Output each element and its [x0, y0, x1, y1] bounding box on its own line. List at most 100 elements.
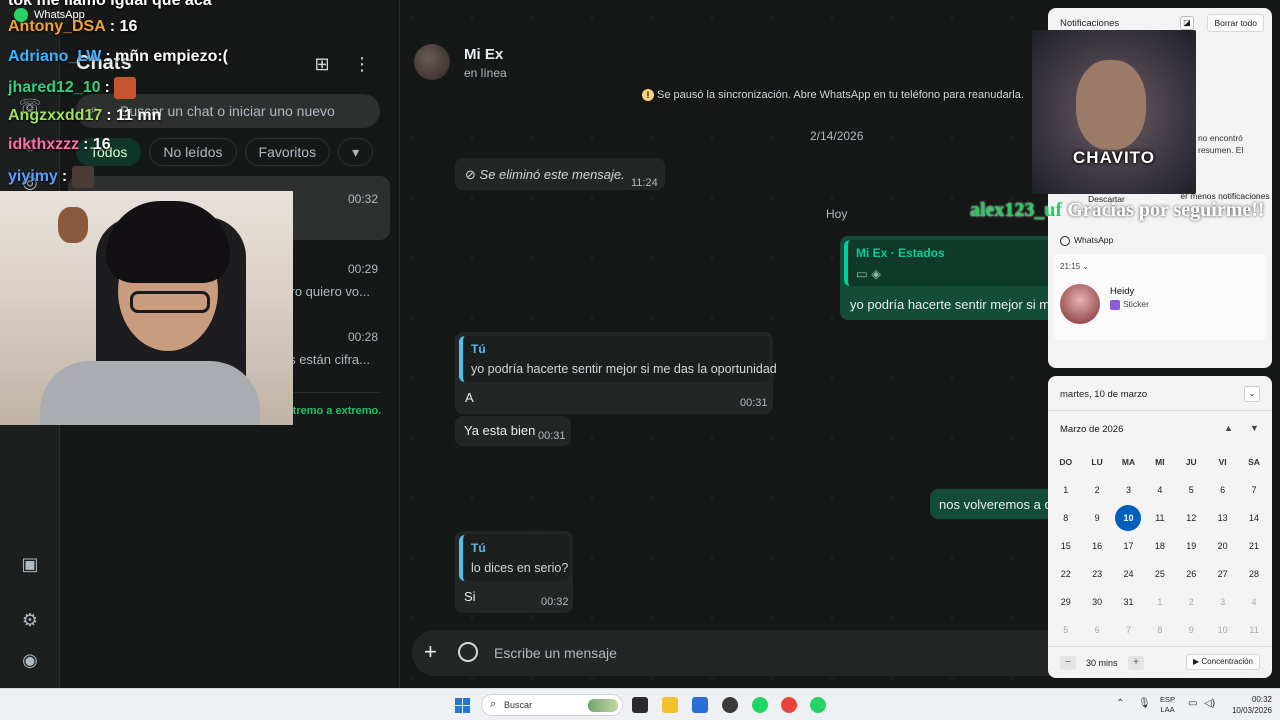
volume-icon[interactable]: ◁): [1204, 698, 1215, 709]
taskbar-search-input[interactable]: ⌕ Buscar: [481, 694, 623, 716]
filter-more-chevron-icon[interactable]: ▾: [338, 138, 374, 166]
calendar-day[interactable]: 4: [1238, 588, 1269, 616]
whatsapp-icon[interactable]: [810, 697, 826, 713]
filter-unread[interactable]: No leídos: [149, 138, 237, 166]
chat-message-text: tok me llamo igual que aca: [8, 0, 212, 9]
calendar-day[interactable]: 22: [1050, 560, 1081, 588]
calendar-day[interactable]: 21: [1238, 532, 1269, 560]
calendar-day[interactable]: 13: [1207, 504, 1238, 532]
microphone-icon[interactable]: 🎙: [1138, 698, 1151, 709]
calendar-day[interactable]: 9: [1081, 504, 1112, 532]
calendar-day[interactable]: 2: [1081, 476, 1112, 504]
filter-favorites[interactable]: Favoritos: [244, 138, 331, 166]
calendar-day[interactable]: 4: [1144, 476, 1175, 504]
calendar-day[interactable]: 1: [1050, 476, 1081, 504]
network-icon[interactable]: ▭: [1188, 698, 1197, 709]
calendar-day[interactable]: 17: [1113, 532, 1144, 560]
chevron-down-icon[interactable]: ⌄: [1082, 262, 1089, 271]
calendar-day[interactable]: 16: [1081, 532, 1112, 560]
streamer-shirt: [40, 361, 260, 425]
taskbar-clock[interactable]: 00:32 10/03/2026: [1222, 694, 1272, 716]
calendar-day[interactable]: 29: [1050, 588, 1081, 616]
message-bubble[interactable]: Tú lo dices en serio? Si 00:32: [455, 531, 573, 613]
calendar-day[interactable]: 9: [1176, 616, 1207, 644]
calendar-day[interactable]: 3: [1113, 476, 1144, 504]
calendar-day[interactable]: 31: [1113, 588, 1144, 616]
file-explorer-icon[interactable]: [662, 697, 678, 713]
spotify-icon[interactable]: [752, 697, 768, 713]
calendar-day[interactable]: 5: [1176, 476, 1207, 504]
notification-time: 21:15 ⌄: [1060, 262, 1089, 271]
start-windows-icon[interactable]: [455, 698, 470, 713]
tray-overflow-chevron-icon[interactable]: ⌃: [1116, 698, 1124, 709]
message-bubble[interactable]: Mi Ex · Estados ▭ ◈ yo podría hacerte se…: [840, 236, 1080, 320]
calendar-day[interactable]: 26: [1176, 560, 1207, 588]
reply-quote[interactable]: Tú lo dices en serio?: [459, 535, 569, 581]
focus-session-button[interactable]: ▶ Concentración: [1186, 654, 1260, 670]
calendar-day[interactable]: 14: [1238, 504, 1269, 532]
new-chat-icon[interactable]: ⊞: [310, 52, 334, 76]
calendar-day[interactable]: 7: [1238, 476, 1269, 504]
calendar-day[interactable]: 6: [1207, 476, 1238, 504]
notification-app-name: WhatsApp: [1074, 235, 1114, 245]
search-highlight-art: [588, 699, 618, 712]
calendar-day-today[interactable]: 10: [1113, 504, 1144, 532]
calendar-month[interactable]: Marzo de 2026: [1060, 424, 1123, 435]
weekday-header: SA: [1248, 457, 1260, 467]
calendar-day[interactable]: 25: [1144, 560, 1175, 588]
menu-icon[interactable]: ⋮: [350, 52, 374, 76]
calendar-day[interactable]: 28: [1238, 560, 1269, 588]
notification-app-header: WhatsApp: [1060, 235, 1113, 246]
notification-snippet-line: resumen. El: [1198, 145, 1244, 155]
status-reply-quote[interactable]: Mi Ex · Estados ▭ ◈: [844, 240, 1076, 286]
contact-avatar[interactable]: [414, 44, 450, 80]
quote-name: Tú: [471, 342, 486, 356]
next-month-icon[interactable]: ▼: [1250, 423, 1259, 433]
reply-quote[interactable]: Tú yo podría hacerte sentir mejor si me …: [459, 336, 777, 382]
collapse-chevron-icon[interactable]: ⌄: [1244, 386, 1260, 402]
message-bubble[interactable]: Ya esta bien 00:31: [455, 416, 571, 446]
calendar-day[interactable]: 8: [1050, 504, 1081, 532]
language-indicator[interactable]: ESP LAA: [1160, 695, 1175, 715]
weekday-header: MI: [1155, 457, 1165, 467]
clear-all-button[interactable]: Borrar todo: [1207, 14, 1264, 32]
calendar-day[interactable]: 24: [1113, 560, 1144, 588]
calendar-day[interactable]: 11: [1144, 504, 1175, 532]
calendar-day[interactable]: 8: [1144, 616, 1175, 644]
media-icon[interactable]: ▣: [18, 552, 42, 576]
focus-toggle-icon[interactable]: ◪: [1180, 16, 1194, 30]
sticker-icon[interactable]: [458, 642, 478, 662]
notification-sender: Heidy: [1110, 286, 1135, 297]
decrease-focus-button[interactable]: −: [1060, 656, 1076, 670]
calendar-day[interactable]: 20: [1207, 532, 1238, 560]
chat-message-text: : 16: [109, 18, 138, 35]
message-bubble[interactable]: ⊘ Se eliminó este mensaje. 11:24: [455, 158, 665, 190]
calendar-day[interactable]: 10: [1207, 616, 1238, 644]
calendar-day[interactable]: 27: [1207, 560, 1238, 588]
increase-focus-button[interactable]: +: [1128, 656, 1144, 670]
settings-icon[interactable]: ⚙: [18, 608, 42, 632]
obs-icon[interactable]: [722, 697, 738, 713]
calendar-day[interactable]: 12: [1176, 504, 1207, 532]
notification-card[interactable]: 21:15 ⌄ Heidy Sticker: [1054, 254, 1266, 340]
calendar-day[interactable]: 30: [1081, 588, 1112, 616]
calendar-day[interactable]: 5: [1050, 616, 1081, 644]
previous-month-icon[interactable]: ▲: [1224, 423, 1233, 433]
calendar-day[interactable]: 1: [1144, 588, 1175, 616]
message-composer[interactable]: + Escribe un mensaje: [412, 630, 1072, 676]
calendar-day[interactable]: 6: [1081, 616, 1112, 644]
calendar-day[interactable]: 19: [1176, 532, 1207, 560]
calendar-day[interactable]: 2: [1176, 588, 1207, 616]
message-bubble[interactable]: Tú yo podría hacerte sentir mejor si me …: [455, 332, 777, 414]
attach-plus-icon[interactable]: +: [424, 640, 437, 664]
task-view-icon[interactable]: [632, 697, 648, 713]
calendar-day[interactable]: 23: [1081, 560, 1112, 588]
profile-icon[interactable]: ◉: [18, 648, 42, 672]
calendar-day[interactable]: 3: [1207, 588, 1238, 616]
chrome-icon[interactable]: [781, 697, 797, 713]
calendar-day[interactable]: 18: [1144, 532, 1175, 560]
store-icon[interactable]: [692, 697, 708, 713]
calendar-day[interactable]: 15: [1050, 532, 1081, 560]
calendar-day[interactable]: 7: [1113, 616, 1144, 644]
calendar-day[interactable]: 11: [1238, 616, 1269, 644]
